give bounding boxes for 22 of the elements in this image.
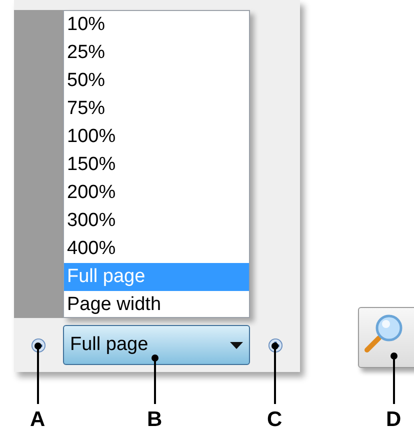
- zoom-option[interactable]: 300%: [64, 207, 249, 235]
- zoom-option[interactable]: 150%: [64, 151, 249, 179]
- leader-line: [271, 342, 279, 404]
- zoom-option[interactable]: Page width: [64, 291, 249, 319]
- zoom-option[interactable]: 400%: [64, 235, 249, 263]
- leader-line: [34, 342, 42, 404]
- zoom-option[interactable]: 200%: [64, 179, 249, 207]
- zoom-option[interactable]: 75%: [64, 95, 249, 123]
- zoom-option[interactable]: 50%: [64, 67, 249, 95]
- zoom-option[interactable]: 100%: [64, 123, 249, 151]
- leader-line: [390, 352, 398, 404]
- zoom-option[interactable]: 25%: [64, 39, 249, 67]
- callout-label: C: [267, 408, 282, 432]
- dropdown-arrow-icon: [230, 342, 243, 348]
- magnifier-icon: [363, 314, 405, 354]
- callout-label: A: [30, 408, 46, 432]
- callout-label: D: [386, 408, 402, 432]
- zoom-combo-box[interactable]: Full page: [63, 325, 250, 365]
- leader-line: [151, 354, 159, 404]
- callout-label: B: [147, 408, 162, 432]
- magnifier-button[interactable]: [358, 307, 414, 368]
- zoom-option[interactable]: 10%: [64, 11, 249, 39]
